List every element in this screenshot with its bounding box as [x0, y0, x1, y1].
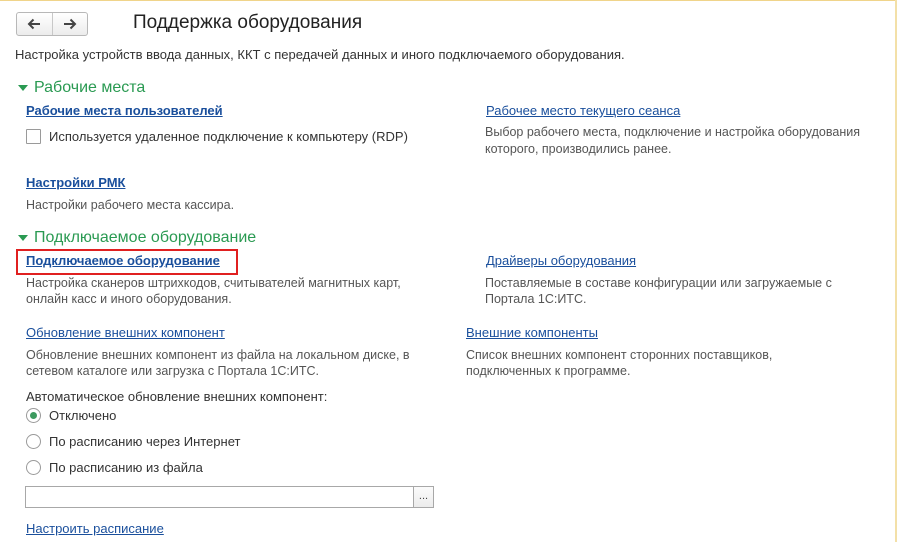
arrow-right-icon: [63, 18, 77, 30]
rmk-settings-link[interactable]: Настройки РМК: [26, 175, 125, 190]
connected-equipment-desc-line1: Настройка сканеров штрихкодов, считывате…: [26, 276, 401, 290]
connected-equipment-link[interactable]: Подключаемое оборудование: [26, 253, 220, 268]
current-session-desc-line1: Выбор рабочего места, подключение и наст…: [485, 125, 860, 139]
section-workplaces[interactable]: Рабочие места: [16, 79, 145, 97]
radio-option-label: По расписанию из файла: [49, 460, 203, 475]
external-components-desc-line2: подключенных к программе.: [466, 364, 631, 378]
collapse-triangle-icon: [18, 235, 28, 241]
radio-button[interactable]: [26, 460, 41, 475]
radio-option-label: По расписанию через Интернет: [49, 434, 241, 449]
rdp-checkbox[interactable]: [26, 129, 41, 144]
equipment-drivers-desc-line2: Портала 1С:ИТС.: [485, 292, 587, 306]
auto-update-label: Автоматическое обновление внешних компон…: [26, 389, 328, 404]
current-session-workplace-link[interactable]: Рабочее место текущего сеанса: [486, 103, 680, 118]
rdp-checkbox-row[interactable]: Используется удаленное подключение к ком…: [26, 129, 408, 144]
window-top-border: [0, 0, 897, 1]
radio-button[interactable]: [26, 434, 41, 449]
nav-buttons: [16, 12, 88, 36]
collapse-triangle-icon: [18, 85, 28, 91]
page-subtitle: Настройка устройств ввода данных, ККТ с …: [15, 47, 625, 62]
section-workplaces-title: Рабочие места: [34, 79, 146, 96]
file-picker-button[interactable]: ...: [413, 486, 434, 508]
connected-equipment-desc-line2: онлайн касс и иного оборудования.: [26, 292, 232, 306]
radio-option-file[interactable]: По расписанию из файла: [26, 460, 203, 475]
current-session-desc-line2: которого, производились ранее.: [485, 142, 672, 156]
page-title: Поддержка оборудования: [133, 12, 363, 33]
update-components-desc-line2: сетевом каталоге или загрузка с Портала …: [26, 364, 319, 378]
update-components-link[interactable]: Обновление внешних компонент: [26, 325, 225, 340]
external-components-link[interactable]: Внешние компоненты: [466, 325, 598, 340]
file-path-input[interactable]: [25, 486, 414, 508]
update-components-desc-line1: Обновление внешних компонент из файла на…: [26, 348, 410, 362]
equipment-drivers-desc-line1: Поставляемые в составе конфигурации или …: [485, 276, 832, 290]
radio-option-internet[interactable]: По расписанию через Интернет: [26, 434, 240, 449]
radio-button[interactable]: [26, 408, 41, 423]
external-components-desc-line1: Список внешних компонент сторонних поста…: [466, 348, 773, 362]
radio-option-label: Отключено: [49, 408, 117, 423]
arrow-left-icon: [27, 18, 41, 30]
user-workplaces-link[interactable]: Рабочие места пользователей: [26, 103, 223, 118]
radio-option-disabled[interactable]: Отключено: [26, 408, 116, 423]
equipment-drivers-link[interactable]: Драйверы оборудования: [486, 253, 636, 268]
rdp-checkbox-label: Используется удаленное подключение к ком…: [49, 129, 408, 144]
section-equipment[interactable]: Подключаемое оборудование: [16, 229, 256, 247]
back-button[interactable]: [17, 13, 52, 35]
forward-button[interactable]: [51, 13, 88, 35]
configure-schedule-link[interactable]: Настроить расписание: [26, 521, 164, 536]
section-equipment-title: Подключаемое оборудование: [34, 229, 257, 246]
rmk-settings-desc: Настройки рабочего места кассира.: [26, 198, 235, 212]
